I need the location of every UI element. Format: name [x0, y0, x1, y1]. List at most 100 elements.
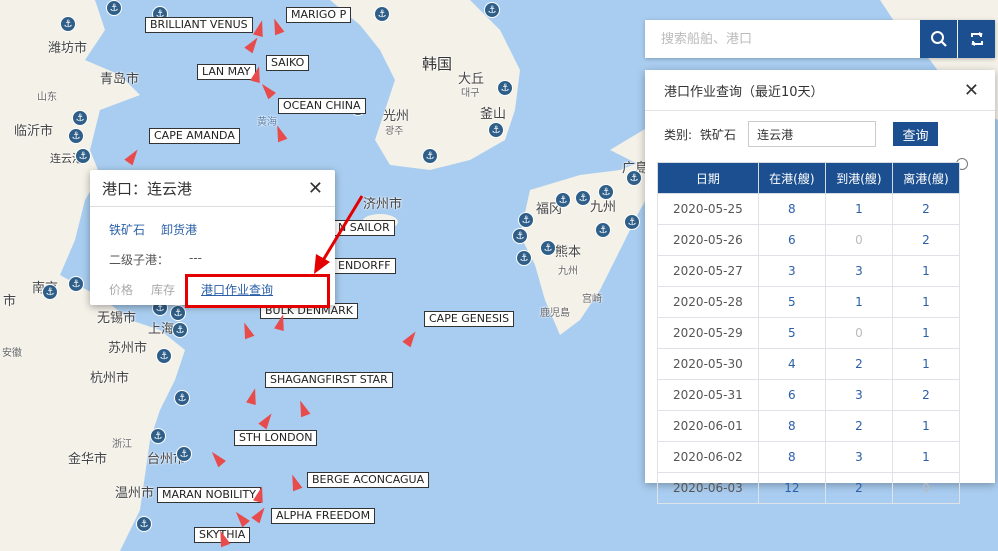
anchor-icon[interactable]: ⚓	[150, 428, 166, 444]
anchor-icon[interactable]: ⚓	[598, 184, 614, 200]
count-cell[interactable]: 3	[824, 255, 893, 287]
count-cell[interactable]: 0	[824, 224, 893, 256]
anchor-icon[interactable]: ⚓	[512, 228, 528, 244]
count-cell[interactable]: 1	[891, 410, 961, 442]
anchor-icon[interactable]: ⚓	[68, 128, 84, 144]
anchor-icon[interactable]: ⚓	[540, 240, 556, 256]
count-cell[interactable]: 2	[824, 410, 893, 442]
count-cell[interactable]: 8	[757, 441, 826, 473]
ship-label[interactable]: OCEAN CHINA	[278, 98, 366, 114]
count-cell[interactable]: 3	[757, 255, 826, 287]
count-cell[interactable]: 0	[824, 317, 893, 349]
column-header: 在港(艘)	[757, 162, 826, 194]
count-cell[interactable]: 5	[757, 286, 826, 318]
ship-label[interactable]: CAPE AMANDA	[149, 128, 240, 144]
tab-price[interactable]: 价格	[109, 281, 133, 298]
anchor-icon[interactable]: ⚓	[156, 348, 172, 364]
anchor-icon[interactable]: ⚓	[68, 276, 84, 292]
date-cell: 2020-05-29	[657, 317, 759, 349]
ship-label[interactable]: LAN MAY	[197, 64, 256, 80]
anchor-icon[interactable]: ⚓	[595, 222, 611, 238]
count-cell[interactable]: 2	[891, 379, 961, 411]
ship-label[interactable]: MARIGO P	[286, 7, 352, 23]
close-icon[interactable]: ✕	[308, 178, 323, 199]
ship-label[interactable]: STH LONDON	[234, 430, 318, 446]
tab-inventory[interactable]: 库存	[151, 281, 175, 298]
ship-label[interactable]: ALPHA FREEDOM	[271, 508, 376, 524]
count-cell[interactable]: 6	[757, 379, 826, 411]
anchor-icon[interactable]: ⚓	[176, 446, 192, 462]
anchor-icon[interactable]: ⚓	[555, 192, 571, 208]
count-cell[interactable]: 3	[824, 441, 893, 473]
table-row: 2020-06-01 8 2 1	[657, 410, 961, 442]
count-cell[interactable]: 6	[757, 224, 826, 256]
search-input[interactable]	[645, 20, 920, 58]
anchor-icon[interactable]: ⚓	[422, 148, 438, 164]
count-cell[interactable]: 2	[824, 348, 893, 380]
ship-label[interactable]: ENDORFF	[333, 258, 396, 274]
count-cell[interactable]: 1	[891, 317, 961, 349]
anchor-icon[interactable]: ⚓	[174, 390, 190, 406]
anchor-icon[interactable]: ⚓	[106, 0, 122, 16]
anchor-icon[interactable]: ⚓	[484, 2, 500, 18]
ship-label[interactable]: N SAILOR	[333, 220, 395, 236]
port-input[interactable]	[748, 121, 877, 147]
count-cell[interactable]: 8	[757, 193, 826, 225]
ship-label[interactable]: SHAGANGFIRST STAR	[265, 372, 393, 388]
count-cell[interactable]: 3	[824, 379, 893, 411]
anchor-icon[interactable]: ⚓	[624, 214, 640, 230]
close-icon[interactable]: ✕	[964, 80, 979, 101]
anchor-icon[interactable]: ⚓	[626, 170, 642, 186]
table-row: 2020-05-30 4 2 1	[657, 348, 961, 380]
ship-label[interactable]: BRILLIANT VENUS	[145, 17, 253, 33]
ship-label[interactable]: SAIKO	[266, 55, 310, 71]
anchor-icon[interactable]: ⚓	[42, 284, 58, 300]
count-cell[interactable]: 1	[824, 286, 893, 318]
search-bar	[645, 20, 995, 58]
ship-label[interactable]: CAPE GENESIS	[424, 311, 515, 327]
sub-port-label: 二级子港：	[109, 253, 170, 267]
ship-label[interactable]: MARAN NOBILITY	[157, 487, 261, 503]
category-value[interactable]: 铁矿石	[700, 126, 736, 143]
table-header-row: 日期 在港(艘) 到港(艘) 离港(艘)	[657, 162, 961, 194]
count-cell[interactable]: 1	[891, 255, 961, 287]
count-cell[interactable]: 1	[891, 286, 961, 318]
place-label: 无锡市	[97, 311, 137, 326]
date-cell: 2020-05-27	[657, 255, 759, 287]
count-cell[interactable]: 4	[757, 348, 826, 380]
anchor-icon[interactable]: ⚓	[170, 305, 186, 321]
anchor-icon[interactable]: ⚓	[172, 322, 188, 338]
date-cell: 2020-05-30	[657, 348, 759, 380]
anchor-icon[interactable]: ⚓	[75, 148, 91, 164]
count-cell[interactable]: 0	[891, 472, 961, 504]
ship-label[interactable]: BERGE ACONCAGUA	[307, 472, 430, 488]
count-cell[interactable]: 12	[757, 472, 826, 504]
cargo-link-iron-ore[interactable]: 铁矿石	[109, 221, 145, 238]
place-label: 市	[3, 294, 17, 309]
search-button[interactable]	[920, 20, 957, 58]
anchor-icon[interactable]: ⚓	[516, 250, 532, 266]
count-cell[interactable]: 2	[824, 472, 893, 504]
count-cell[interactable]: 5	[757, 317, 826, 349]
anchor-icon[interactable]: ⚓	[575, 190, 591, 206]
count-cell[interactable]: 2	[891, 193, 961, 225]
date-cell: 2020-06-03	[657, 472, 759, 504]
anchor-icon[interactable]: ⚓	[60, 16, 76, 32]
anchor-icon[interactable]: ⚓	[497, 80, 513, 96]
anchor-icon[interactable]: ⚓	[488, 122, 504, 138]
count-cell[interactable]: 1	[891, 348, 961, 380]
place-label: 金华市	[68, 452, 108, 467]
count-cell[interactable]: 1	[824, 193, 893, 225]
anchor-icon[interactable]: ⚓	[518, 212, 534, 228]
cargo-link-discharge-port[interactable]: 卸货港	[161, 221, 197, 238]
query-button[interactable]: 查询	[893, 122, 939, 146]
anchor-icon[interactable]: ⚓	[72, 110, 88, 126]
count-cell[interactable]: 1	[891, 441, 961, 473]
refresh-button[interactable]	[958, 20, 995, 58]
anchor-icon[interactable]: ⚓	[136, 516, 152, 532]
count-cell[interactable]: 8	[757, 410, 826, 442]
anchor-icon[interactable]: ⚓	[374, 6, 390, 22]
place-label: 熊本	[555, 245, 582, 260]
panel-header: 港口作业查询（最近10天） ✕	[645, 70, 995, 111]
count-cell[interactable]: 2	[891, 224, 961, 256]
